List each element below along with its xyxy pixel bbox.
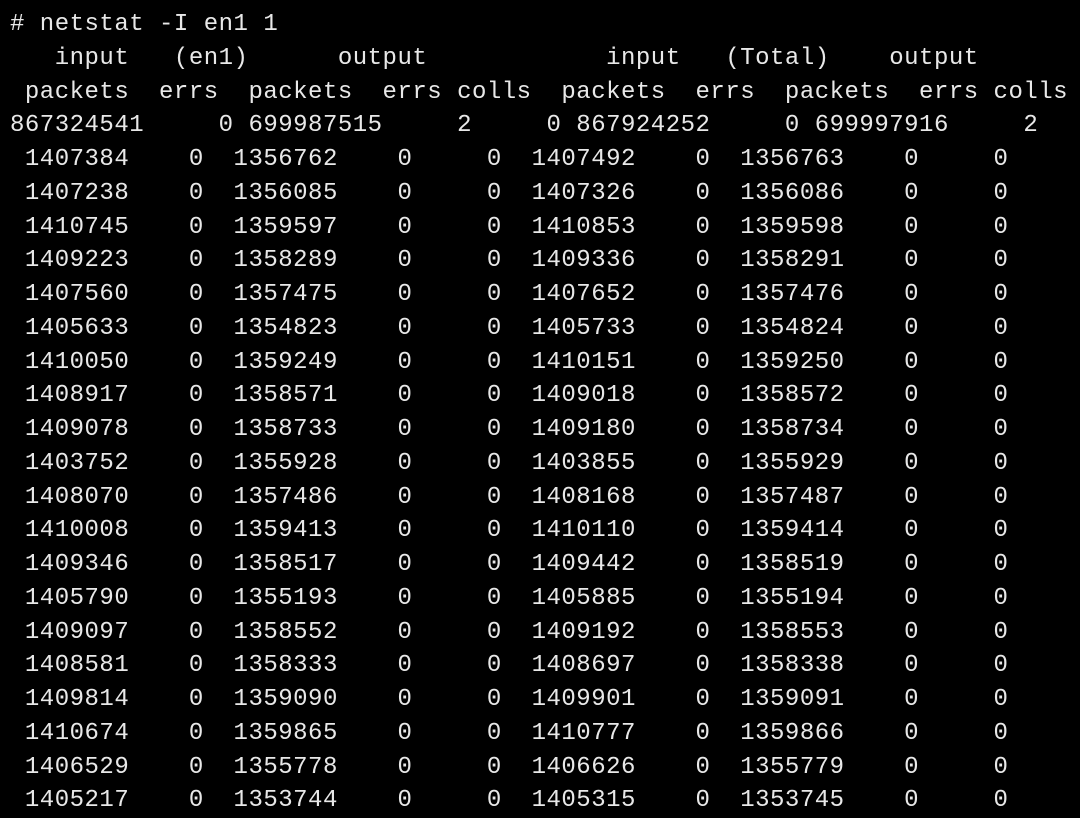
- cumulative-totals-row: 867324541 0 699987515 2 0 867924252 0 69…: [10, 112, 1080, 140]
- output-row: 1408917 0 1358571 0 0 1409018 0 1358572 …: [10, 382, 1009, 410]
- output-row: 1406529 0 1355778 0 0 1406626 0 1355779 …: [10, 753, 1009, 781]
- output-row: 1410745 0 1359597 0 0 1410853 0 1359598 …: [10, 213, 1009, 241]
- output-row: 1410674 0 1359865 0 0 1410777 0 1359866 …: [10, 719, 1009, 747]
- output-row: 1409814 0 1359090 0 0 1409901 0 1359091 …: [10, 686, 1009, 713]
- terminal-window[interactable]: # netstat -I en1 1 input (en1) output in…: [0, 0, 1080, 816]
- output-row: 1405790 0 1355193 0 0 1405885 0 1355194 …: [10, 584, 1009, 612]
- output-row: 1409097 0 1358552 0 0 1409192 0 1358553 …: [10, 618, 1009, 646]
- output-row: 1408070 0 1357486 0 0 1408168 0 1357487 …: [10, 483, 1009, 511]
- output-row: 1409346 0 1358517 0 0 1409442 0 1358519 …: [10, 551, 1009, 578]
- output-row: 1407384 0 1356762 0 0 1407492 0 1356763 …: [10, 146, 1009, 173]
- column-group-header: input (en1) output input (Total) output: [10, 44, 979, 72]
- output-row: 1408581 0 1358333 0 0 1408697 0 1358338 …: [10, 652, 1009, 680]
- output-row: 1405633 0 1354823 0 0 1405733 0 1354824 …: [10, 314, 1009, 342]
- output-row: 1403752 0 1355928 0 0 1403855 0 1355929 …: [10, 449, 1009, 477]
- output-row: 1410050 0 1359249 0 0 1410151 0 1359250 …: [10, 348, 1009, 376]
- output-row: 1405217 0 1353744 0 0 1405315 0 1353745 …: [10, 787, 1009, 815]
- output-row: 1407238 0 1356085 0 0 1407326 0 1356086 …: [10, 179, 1009, 207]
- command-line: # netstat -I en1 1: [10, 11, 279, 38]
- output-row: 1410008 0 1359413 0 0 1410110 0 1359414 …: [10, 517, 1009, 545]
- output-row: 1407560 0 1357475 0 0 1407652 0 1357476 …: [10, 281, 1009, 308]
- column-header: packets errs packets errs colls packets …: [10, 78, 1069, 106]
- output-row: 1409223 0 1358289 0 0 1409336 0 1358291 …: [10, 247, 1009, 275]
- output-row: 1409078 0 1358733 0 0 1409180 0 1358734 …: [10, 416, 1009, 443]
